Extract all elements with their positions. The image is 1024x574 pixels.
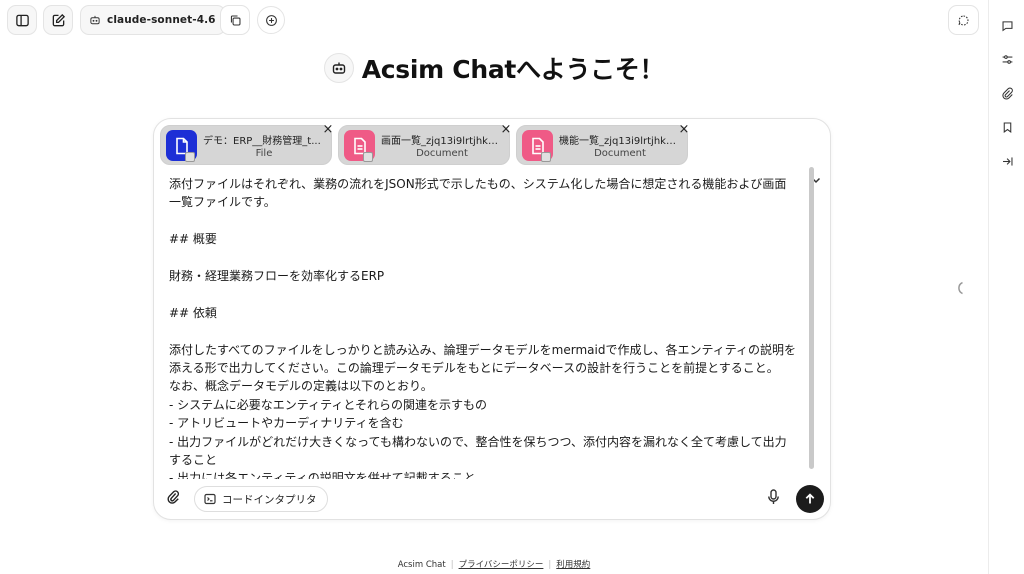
collapse-panel-button[interactable] (1000, 154, 1014, 168)
message-line: 一覧ファイルです。 (169, 195, 276, 210)
attachment-type: File (255, 148, 273, 159)
microphone-icon (768, 489, 779, 504)
attachment-list: デモ：ERP__財務管理_t... File × 画面一覧_zjq13i9lrt… (160, 122, 691, 165)
remove-attachment-button[interactable]: × (677, 122, 691, 136)
page-title: Acsim Chatへようこそ！ (361, 55, 665, 84)
model-label: claude-sonnet-4.6 (107, 14, 216, 26)
file-db-icon (363, 152, 373, 162)
message-line: - 出力には各エンティティの説明文を併せて記載すること (169, 471, 476, 479)
voice-input-button[interactable] (767, 489, 783, 507)
message-line (169, 322, 809, 340)
file-db-icon (541, 152, 551, 162)
attachment-name: 画面一覧_zjq13i9lrtjhkp... (381, 136, 503, 147)
sliders-icon (1002, 54, 1012, 64)
copy-button[interactable] (220, 5, 250, 35)
chat-panel-button[interactable] (1000, 18, 1014, 32)
loading-spinner-icon (958, 281, 963, 295)
top-bar: claude-sonnet-4.6 (0, 0, 988, 40)
bot-icon (90, 15, 100, 25)
message-line: - システムに必要なエンティティとそれらの関連を示すもの (169, 397, 487, 412)
add-button[interactable] (257, 6, 285, 34)
attachment-card[interactable]: 画面一覧_zjq13i9lrtjhkp... Document × (338, 122, 513, 165)
paperclip-icon (167, 490, 179, 504)
bot-icon (332, 62, 345, 74)
arrow-up-icon (805, 493, 815, 504)
add-circle-icon (265, 14, 277, 26)
code-interpreter-label: コードインタプリタ (222, 493, 317, 506)
file-db-icon (185, 152, 195, 162)
footer: Acsim Chat | プライバシーポリシー | 利用規約 (397, 560, 591, 570)
message-line: ## 依頼 (169, 305, 217, 320)
message-textarea[interactable]: 添付ファイルはそれぞれ、業務の流れをJSON形式で示したもの、システム化した場合… (169, 175, 809, 479)
message-line (169, 212, 809, 230)
message-line: - アトリビュートやカーディナリティを含む (169, 416, 404, 431)
chat-icon (1002, 20, 1012, 31)
remove-attachment-button[interactable]: × (499, 122, 513, 136)
attachments-panel-button[interactable] (1000, 86, 1014, 100)
remove-attachment-button[interactable]: × (321, 122, 335, 136)
message-line: なお、概念データモデルの定義は以下のとおり。 (169, 379, 433, 394)
message-composer: デモ：ERP__財務管理_t... File × 画面一覧_zjq13i9lrt… (153, 118, 831, 520)
attachment-card[interactable]: 機能一覧_zjq13i9lrtjhkp... Document × (516, 122, 691, 165)
model-selector-button[interactable]: claude-sonnet-4.6 (80, 5, 226, 35)
assistant-avatar (323, 53, 354, 83)
attach-file-button[interactable] (166, 489, 182, 509)
copy-icon (230, 15, 240, 25)
send-button[interactable] (796, 485, 824, 513)
attachment-name: デモ：ERP__財務管理_t... (203, 136, 321, 147)
privacy-policy-link[interactable]: プライバシーポリシー (459, 560, 544, 570)
message-line: 添える形で出力してください。この論理データモデルをもとにデータベースの設計を行う… (169, 361, 779, 375)
message-line: すること (169, 453, 218, 468)
close-icon: × (500, 121, 512, 137)
code-interpreter-toggle[interactable]: コードインタプリタ (194, 486, 328, 512)
message-line: 財務・経理業務フローを効率化するERP (169, 269, 385, 283)
close-icon: × (678, 121, 690, 137)
temporary-chat-button[interactable] (948, 5, 979, 35)
sidebar-toggle-button[interactable] (7, 5, 37, 35)
new-chat-icon (52, 13, 65, 26)
bookmarks-button[interactable] (1000, 120, 1014, 134)
message-line: 添付したすべてのファイルをしっかりと読み込み、論理データモデルをmermaidで… (169, 342, 797, 357)
message-line: - 出力ファイルがどれだけ大きくなっても構わないので、整合性を保ちつつ、添付内容… (169, 434, 787, 449)
parameters-button[interactable] (1000, 52, 1014, 66)
attachment-type: Document (416, 148, 468, 159)
footer-brand: Acsim Chat (397, 560, 446, 570)
bookmark-icon (1003, 122, 1011, 133)
right-rail (988, 0, 1024, 574)
message-line: 添付ファイルはそれぞれ、業務の流れをJSON形式で示したもの、システム化した場合… (169, 177, 787, 191)
terminal-icon (204, 493, 216, 505)
attachment-type: Document (594, 148, 646, 159)
new-chat-button[interactable] (43, 5, 73, 35)
message-line: ## 概要 (169, 232, 217, 247)
message-line (169, 285, 809, 303)
sidebar-toggle-icon (15, 14, 29, 26)
paperclip-icon (1001, 87, 1013, 100)
temporary-chat-icon (958, 15, 969, 25)
collapse-panel-icon (1002, 156, 1012, 166)
textarea-scrollbar[interactable] (809, 167, 814, 469)
terms-link[interactable]: 利用規約 (556, 560, 590, 570)
attachment-card[interactable]: デモ：ERP__財務管理_t... File × (160, 122, 335, 165)
welcome-header: Acsim Chatへようこそ！ (0, 50, 988, 86)
attachment-name: 機能一覧_zjq13i9lrtjhkp... (559, 136, 681, 147)
close-icon: × (322, 121, 334, 137)
message-line (169, 249, 809, 267)
